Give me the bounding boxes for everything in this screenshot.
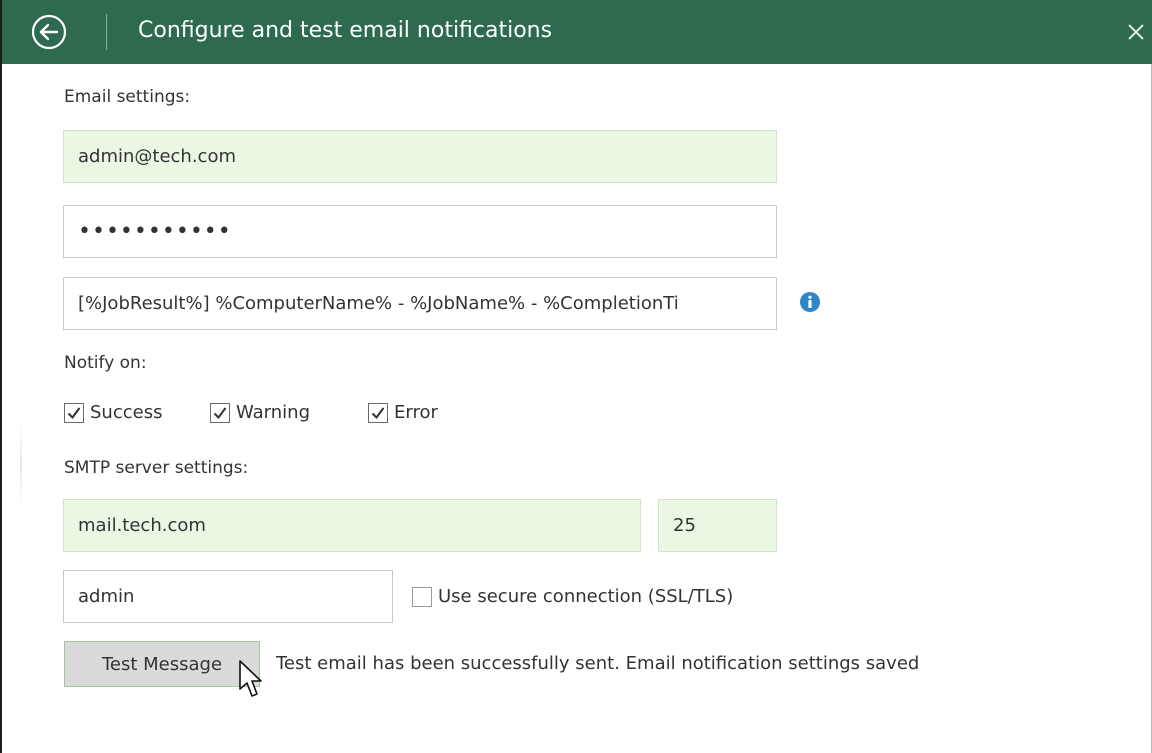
back-arrow-circle-icon[interactable] <box>30 13 68 51</box>
error-label: Error <box>394 402 438 423</box>
info-icon[interactable] <box>799 291 821 313</box>
smtp-port-field[interactable]: 25 <box>658 499 777 552</box>
smtp-username-field[interactable]: admin <box>63 570 393 623</box>
warning-label: Warning <box>236 402 311 423</box>
checkbox-error[interactable] <box>368 402 388 423</box>
close-icon[interactable] <box>1124 20 1148 44</box>
notify-warning-option[interactable]: Warning <box>210 402 310 423</box>
email-settings-label: Email settings: <box>64 87 191 107</box>
checkbox-success[interactable] <box>64 402 84 423</box>
secure-connection-label: Use secure connection (SSL/TLS) <box>438 586 734 607</box>
checkbox-warning[interactable] <box>210 402 230 423</box>
window-title: Configure and test email notifications <box>138 18 553 43</box>
title-bar: Configure and test email notifications <box>2 0 1152 64</box>
success-label: Success <box>90 402 163 423</box>
smtp-server-field[interactable]: mail.tech.com <box>63 499 641 552</box>
subject-field[interactable]: [%JobResult%] %ComputerName% - %JobName%… <box>63 277 777 330</box>
left-edge-shadow <box>20 420 22 510</box>
notify-error-option[interactable]: Error <box>368 402 438 423</box>
notify-on-label: Notify on: <box>64 353 147 373</box>
title-divider <box>106 14 107 50</box>
email-field[interactable]: admin@tech.com <box>63 130 777 183</box>
status-message: Test email has been successfully sent. E… <box>276 653 920 674</box>
notify-success-option[interactable]: Success <box>64 402 162 423</box>
smtp-settings-label: SMTP server settings: <box>64 458 249 478</box>
test-message-button[interactable]: Test Message <box>64 641 260 687</box>
notification-settings-window: Configure and test email notifications E… <box>0 0 1152 753</box>
checkbox-secure-connection[interactable] <box>412 586 432 607</box>
mouse-pointer-icon <box>238 659 264 701</box>
secure-connection-option[interactable]: Use secure connection (SSL/TLS) <box>412 586 733 607</box>
password-field[interactable]: ••••••••••• <box>63 205 777 258</box>
